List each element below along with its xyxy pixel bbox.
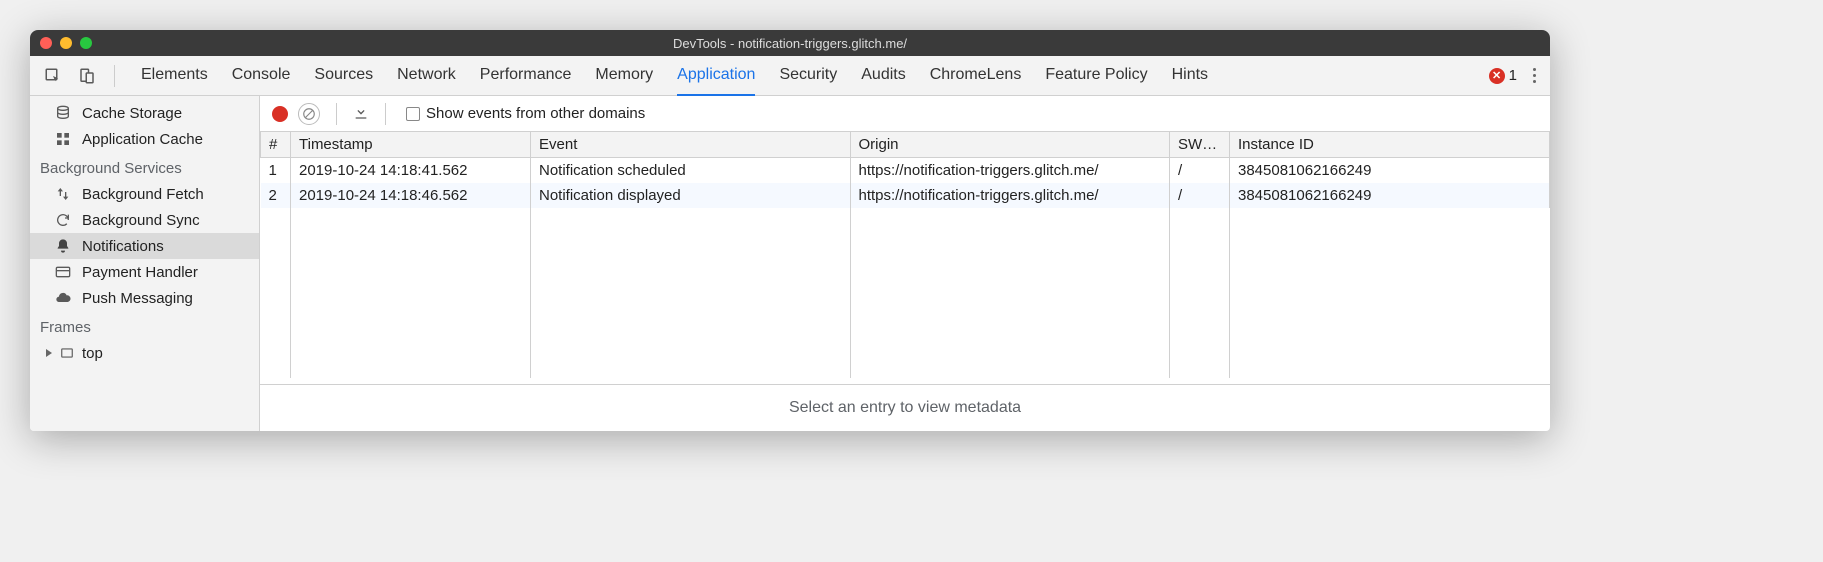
minimize-window-button[interactable] (60, 37, 72, 49)
grid-icon (54, 130, 72, 148)
sidebar-item-cache-storage[interactable]: Cache Storage (30, 100, 259, 126)
cell-ts: 2019-10-24 14:18:41.562 (291, 158, 531, 184)
tab-sources[interactable]: Sources (314, 56, 373, 96)
card-icon (54, 263, 72, 281)
cell-ts: 2019-10-24 14:18:46.562 (291, 183, 531, 208)
sidebar-item-label: Notifications (82, 238, 164, 255)
cell-origin: https://notification-triggers.glitch.me/ (850, 158, 1170, 184)
more-options-icon[interactable] (1529, 64, 1540, 87)
column-header[interactable]: Timestamp (291, 132, 531, 158)
empty-details-message: Select an entry to view metadata (260, 384, 1550, 431)
column-header[interactable]: SW … (1170, 132, 1230, 158)
frames-top-label: top (82, 345, 103, 362)
titlebar: DevTools - notification-triggers.glitch.… (30, 30, 1550, 56)
expand-icon (46, 349, 52, 357)
column-header[interactable]: Origin (850, 132, 1170, 158)
bell-icon (54, 237, 72, 255)
tab-hints[interactable]: Hints (1172, 56, 1208, 96)
column-header[interactable]: Event (531, 132, 851, 158)
sidebar-section-background-services: Background Services (30, 152, 259, 181)
devtools-window: DevTools - notification-triggers.glitch.… (30, 30, 1550, 431)
checkbox-label: Show events from other domains (426, 105, 645, 122)
tab-memory[interactable]: Memory (595, 56, 653, 96)
sidebar-item-background-sync[interactable]: Background Sync (30, 207, 259, 233)
record-button[interactable] (272, 106, 288, 122)
column-header[interactable]: Instance ID (1230, 132, 1550, 158)
sidebar-item-push-messaging[interactable]: Push Messaging (30, 285, 259, 311)
divider (336, 103, 337, 125)
sidebar-item-notifications[interactable]: Notifications (30, 233, 259, 259)
sync-icon (54, 211, 72, 229)
sidebar-item-label: Application Cache (82, 131, 203, 148)
main-panel: Show events from other domains #Timestam… (260, 96, 1550, 431)
sidebar-item-label: Payment Handler (82, 264, 198, 281)
sidebar-item-label: Cache Storage (82, 105, 182, 122)
inspect-element-icon[interactable] (40, 63, 66, 89)
tab-chromelens[interactable]: ChromeLens (930, 56, 1022, 96)
tab-security[interactable]: Security (779, 56, 837, 96)
sidebar: Cache Storage Application Cache Backgroun… (30, 96, 260, 431)
cell-inst: 3845081062166249 (1230, 183, 1550, 208)
device-toolbar-icon[interactable] (74, 63, 100, 89)
sidebar-item-background-fetch[interactable]: Background Fetch (30, 181, 259, 207)
sidebar-item-application-cache[interactable]: Application Cache (30, 126, 259, 152)
traffic-lights (40, 37, 92, 49)
events-toolbar: Show events from other domains (260, 96, 1550, 132)
divider (114, 65, 115, 87)
tab-performance[interactable]: Performance (480, 56, 572, 96)
tab-elements[interactable]: Elements (141, 56, 208, 96)
error-icon: ✕ (1489, 68, 1505, 84)
sidebar-item-payment-handler[interactable]: Payment Handler (30, 259, 259, 285)
events-table: #TimestampEventOriginSW …Instance ID 120… (260, 132, 1550, 384)
download-icon[interactable] (353, 104, 369, 124)
cell-sw: / (1170, 158, 1230, 184)
column-header[interactable]: # (261, 132, 291, 158)
divider (385, 103, 386, 125)
cell-sw: / (1170, 183, 1230, 208)
tab-application[interactable]: Application (677, 56, 755, 96)
table-row[interactable]: 22019-10-24 14:18:46.562Notification dis… (261, 183, 1550, 208)
sidebar-item-label: Push Messaging (82, 290, 193, 307)
window-title: DevTools - notification-triggers.glitch.… (673, 36, 907, 51)
cell-n: 2 (261, 183, 291, 208)
cell-event: Notification scheduled (531, 158, 851, 184)
error-count: 1 (1509, 67, 1517, 84)
cell-event: Notification displayed (531, 183, 851, 208)
tab-feature-policy[interactable]: Feature Policy (1045, 56, 1147, 96)
tab-audits[interactable]: Audits (861, 56, 905, 96)
close-window-button[interactable] (40, 37, 52, 49)
frames-top-item[interactable]: top (30, 340, 259, 366)
show-other-domains-checkbox[interactable]: Show events from other domains (406, 105, 645, 122)
sidebar-item-label: Background Fetch (82, 186, 204, 203)
updown-icon (54, 185, 72, 203)
cell-n: 1 (261, 158, 291, 184)
panel-tabs: Elements Console Sources Network Performance… (141, 56, 1208, 96)
error-count-badge[interactable]: ✕ 1 (1489, 67, 1517, 84)
tab-console[interactable]: Console (232, 56, 291, 96)
clear-button[interactable] (298, 103, 320, 125)
frame-icon (58, 344, 76, 362)
table-row[interactable]: 12019-10-24 14:18:41.562Notification sch… (261, 158, 1550, 184)
checkbox-box (406, 107, 420, 121)
sidebar-section-frames: Frames (30, 311, 259, 340)
main-toolbar: Elements Console Sources Network Performance… (30, 56, 1550, 96)
cloud-icon (54, 289, 72, 307)
database-icon (54, 104, 72, 122)
cell-origin: https://notification-triggers.glitch.me/ (850, 183, 1170, 208)
sidebar-item-label: Background Sync (82, 212, 200, 229)
cell-inst: 3845081062166249 (1230, 158, 1550, 184)
tab-network[interactable]: Network (397, 56, 456, 96)
maximize-window-button[interactable] (80, 37, 92, 49)
